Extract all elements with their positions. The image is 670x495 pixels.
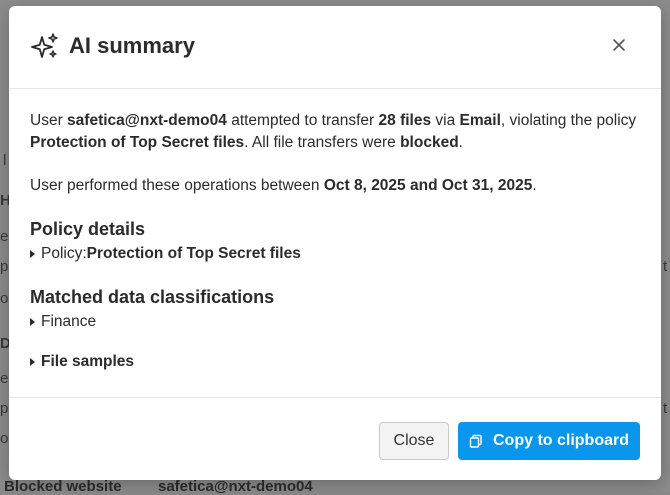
bg-row-user: safetica@nxt-demo04 [158, 478, 313, 495]
policy-value: Protection of Top Secret files [86, 245, 301, 262]
bg-row-label: Blocked website [4, 478, 122, 495]
dialog-header: AI summary [9, 6, 661, 89]
bg-fragment: p [0, 258, 9, 275]
summary-text: , violating the policy [500, 112, 637, 129]
classification-item: Finance [41, 313, 97, 330]
summary-text: attempted to transfer [226, 112, 379, 129]
summary-user: safetica@nxt-demo04 [67, 112, 227, 129]
dialog-title: AI summary [69, 33, 195, 58]
period-paragraph: User performed these operations between … [30, 175, 642, 197]
dialog-footer: Close Copy to clipboard [9, 397, 661, 480]
policy-detail-toggle[interactable]: Policy: Protection of Top Secret files [30, 243, 642, 265]
summary-text: . All file transfers were [244, 134, 401, 151]
policy-details-heading: Policy details [30, 219, 146, 239]
summary-policy: Protection of Top Secret files [30, 134, 245, 151]
close-x-icon [613, 39, 625, 51]
summary-text: . [458, 134, 463, 151]
summary-channel: Email [459, 112, 501, 129]
summary-text: via [431, 112, 460, 129]
sparkles-icon [31, 33, 58, 58]
caret-right-icon [30, 358, 35, 366]
dialog-body: User safetica@nxt-demo04 attempted to tr… [30, 110, 642, 373]
period-range: Oct 8, 2025 and Oct 31, 2025 [323, 177, 533, 194]
bg-fragment: t [663, 258, 668, 275]
period-text: User performed these operations between [30, 177, 324, 194]
summary-paragraph: User safetica@nxt-demo04 attempted to tr… [30, 110, 642, 154]
summary-count: 28 files [378, 112, 432, 129]
bg-fragment: l [3, 152, 7, 169]
classification-toggle[interactable]: Finance [30, 311, 642, 333]
bg-fragment: t [663, 400, 668, 417]
file-samples-label: File samples [41, 353, 135, 370]
summary-text: User [30, 112, 68, 129]
classifications-heading: Matched data classifications [30, 287, 275, 307]
close-icon[interactable] [609, 36, 629, 56]
caret-right-icon [30, 318, 35, 326]
bg-fragment: p [0, 400, 9, 417]
caret-right-icon [30, 250, 35, 258]
close-button[interactable]: Close [379, 422, 449, 460]
ai-summary-dialog: AI summary User safetica@nxt-demo04 atte… [9, 6, 661, 480]
copy-to-clipboard-button[interactable]: Copy to clipboard [458, 422, 640, 460]
file-samples-toggle[interactable]: File samples [30, 351, 642, 373]
policy-label: Policy: [41, 245, 87, 262]
copy-icon [469, 434, 482, 448]
period-text: . [532, 177, 537, 194]
summary-result: blocked [400, 134, 459, 151]
copy-button-label: Copy to clipboard [493, 432, 629, 449]
